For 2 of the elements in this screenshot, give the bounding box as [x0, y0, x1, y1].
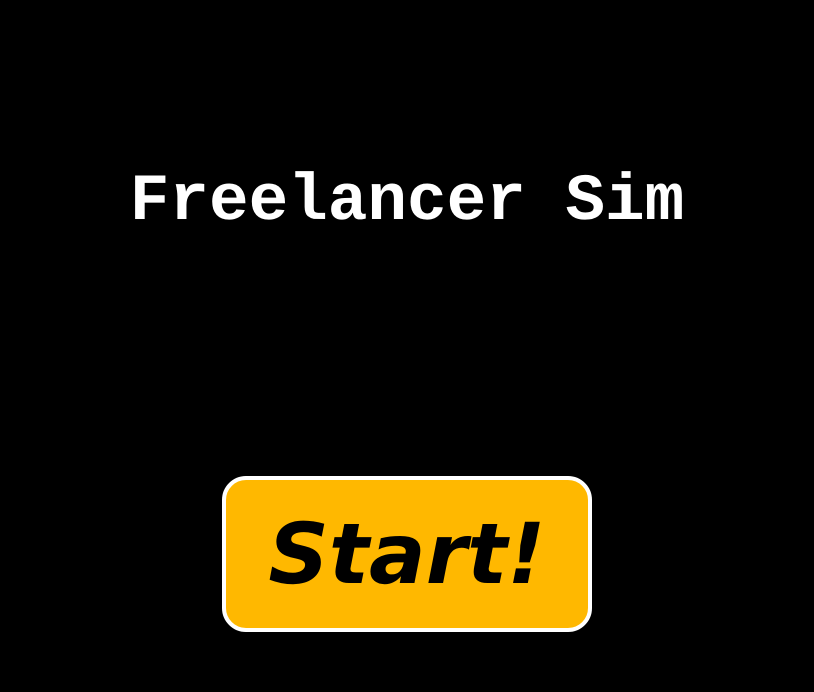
game-title: Freelancer Sim	[130, 163, 684, 241]
start-button[interactable]: Start!	[222, 476, 592, 632]
